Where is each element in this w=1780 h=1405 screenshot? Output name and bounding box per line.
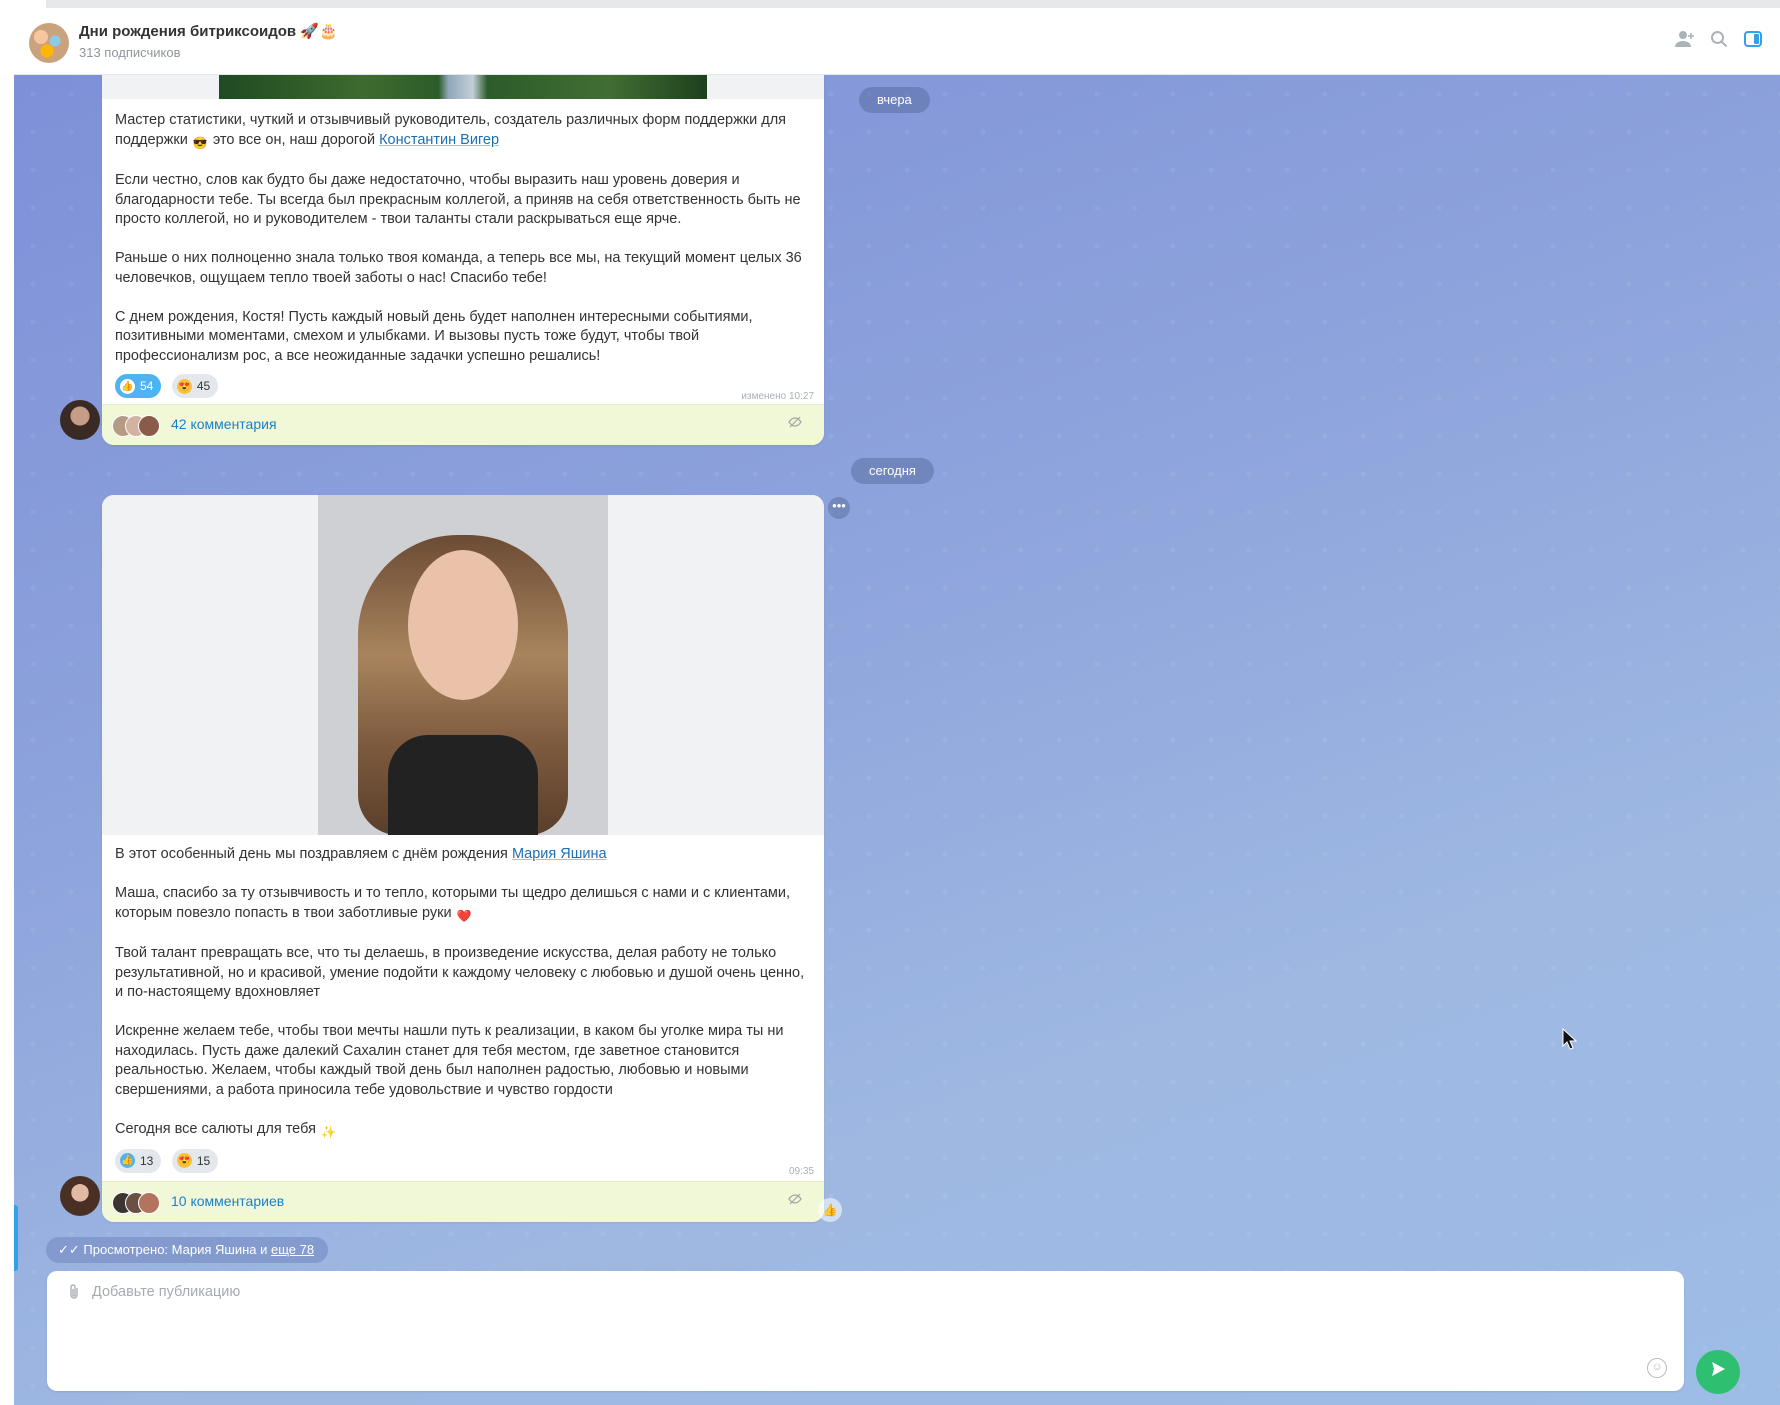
commenter-avatars bbox=[112, 1192, 164, 1214]
mouse-cursor-icon bbox=[1562, 1028, 1578, 1050]
date-divider-yesterday: вчера bbox=[859, 87, 930, 113]
heart-emoji-icon: ❤️ bbox=[456, 908, 472, 923]
add-user-icon[interactable] bbox=[1674, 30, 1696, 52]
chat-area[interactable]: вчера сегодня Мастер статистики, чуткий … bbox=[14, 75, 1780, 1405]
post-paragraph: Мастер статистики, чуткий и отзывчивый р… bbox=[115, 111, 811, 152]
thumbs-up-icon: 👍 bbox=[120, 378, 135, 394]
composer[interactable]: ☺ bbox=[47, 1271, 1684, 1391]
love-reaction[interactable]: 😍 45 bbox=[171, 374, 219, 398]
love-reaction[interactable]: 😍 15 bbox=[171, 1148, 219, 1173]
post-paragraph: В этот особенный день мы поздравляем с д… bbox=[115, 845, 811, 865]
author-avatar[interactable] bbox=[60, 1176, 100, 1216]
post-text: это все он, наш дорогой bbox=[208, 131, 380, 148]
avatar bbox=[138, 1192, 160, 1214]
commenter-avatars bbox=[112, 415, 164, 437]
heart-eyes-icon: 😍 bbox=[176, 1153, 192, 1168]
seen-more-link[interactable]: еще 78 bbox=[271, 1242, 314, 1257]
quick-like-icon[interactable]: 👍 bbox=[818, 1198, 842, 1222]
post-maria[interactable]: В этот особенный день мы поздравляем с д… bbox=[102, 495, 824, 1222]
post-konstantin[interactable]: Мастер статистики, чуткий и отзывчивый р… bbox=[102, 75, 824, 445]
seen-by-indicator: ✓✓ Просмотрено: Мария Яшина и еще 78 bbox=[46, 1237, 329, 1263]
publication-input[interactable] bbox=[90, 1283, 1594, 1301]
post-paragraph: Искренне желаем тебе, чтобы твои мечты н… bbox=[115, 1023, 784, 1098]
post-text: Сегодня все салюты для тебя bbox=[115, 1120, 320, 1137]
comments-link[interactable]: 42 комментария bbox=[171, 416, 277, 432]
post-text: Маша, спасибо за ту отзывчивость и то те… bbox=[115, 885, 791, 921]
post-timestamp: изменено 10:27 bbox=[741, 391, 814, 402]
comments-bar[interactable]: 42 комментария bbox=[102, 404, 824, 445]
like-count: 54 bbox=[140, 379, 154, 393]
mention-link[interactable]: Константин Вигер bbox=[379, 132, 499, 148]
post-paragraph: Раньше о них полноценно знала только тво… bbox=[115, 250, 802, 286]
comments-bar[interactable]: 10 комментариев bbox=[102, 1181, 824, 1222]
post-paragraph: Маша, спасибо за ту отзывчивость и то те… bbox=[115, 884, 811, 925]
eye-off-icon[interactable] bbox=[788, 416, 802, 431]
like-reaction[interactable]: 👍 54 bbox=[115, 374, 162, 398]
like-reaction[interactable]: 👍 13 bbox=[115, 1148, 162, 1173]
post-text: В этот особенный день мы поздравляем с д… bbox=[115, 846, 512, 862]
reactions-bar: 👍 13 😍 15 09:35 bbox=[102, 1148, 824, 1177]
more-options-icon[interactable]: ••• bbox=[828, 497, 850, 519]
seen-text: Просмотрено: Мария Яшина и bbox=[83, 1242, 271, 1257]
attach-icon[interactable] bbox=[67, 1284, 81, 1304]
post-paragraph: Твой талант превращать все, что ты делае… bbox=[115, 945, 805, 1000]
heart-eyes-icon: 😍 bbox=[176, 378, 192, 394]
sidebar-toggle-icon[interactable] bbox=[1742, 30, 1764, 52]
sunglasses-emoji-icon: 😎 bbox=[192, 135, 208, 150]
double-check-icon: ✓✓ bbox=[58, 1242, 80, 1257]
post-paragraph: С днем рождения, Костя! Пусть каждый нов… bbox=[115, 308, 753, 364]
channel-title[interactable]: Дни рождения битриксоидов 🚀🎂 bbox=[79, 22, 338, 40]
sparkles-emoji-icon: ✨ bbox=[320, 1124, 336, 1139]
post-image-partial bbox=[102, 75, 824, 99]
emoji-picker-icon[interactable]: ☺ bbox=[1647, 1358, 1667, 1378]
author-avatar[interactable] bbox=[60, 400, 100, 440]
mention-link[interactable]: Мария Яшина bbox=[512, 846, 607, 862]
chat-header: Дни рождения битриксоидов 🚀🎂 313 подписч… bbox=[14, 8, 1780, 75]
window-top-strip bbox=[0, 0, 1780, 8]
post-timestamp: 09:35 bbox=[788, 1165, 814, 1177]
send-button[interactable] bbox=[1696, 1350, 1740, 1394]
avatar bbox=[138, 415, 160, 437]
channel-avatar[interactable] bbox=[29, 23, 69, 63]
subscriber-count[interactable]: 313 подписчиков bbox=[79, 45, 181, 60]
post-paragraph: Сегодня все салюты для тебя ✨ bbox=[115, 1120, 811, 1141]
left-edge-indicator bbox=[14, 1205, 18, 1271]
search-icon[interactable] bbox=[1708, 30, 1730, 52]
love-count: 15 bbox=[196, 1153, 211, 1168]
comments-link[interactable]: 10 комментариев bbox=[171, 1193, 284, 1209]
like-count: 13 bbox=[140, 1153, 154, 1168]
reactions-bar: 👍 54 😍 45 изменено 10:27 bbox=[102, 374, 824, 402]
post-photo[interactable] bbox=[102, 495, 824, 835]
post-paragraph: Если честно, слов как будто бы даже недо… bbox=[115, 172, 801, 227]
thumbs-up-icon: 👍 bbox=[120, 1153, 135, 1168]
love-count: 45 bbox=[196, 379, 211, 393]
date-divider-today: сегодня bbox=[851, 458, 934, 484]
eye-off-icon[interactable] bbox=[788, 1193, 802, 1208]
